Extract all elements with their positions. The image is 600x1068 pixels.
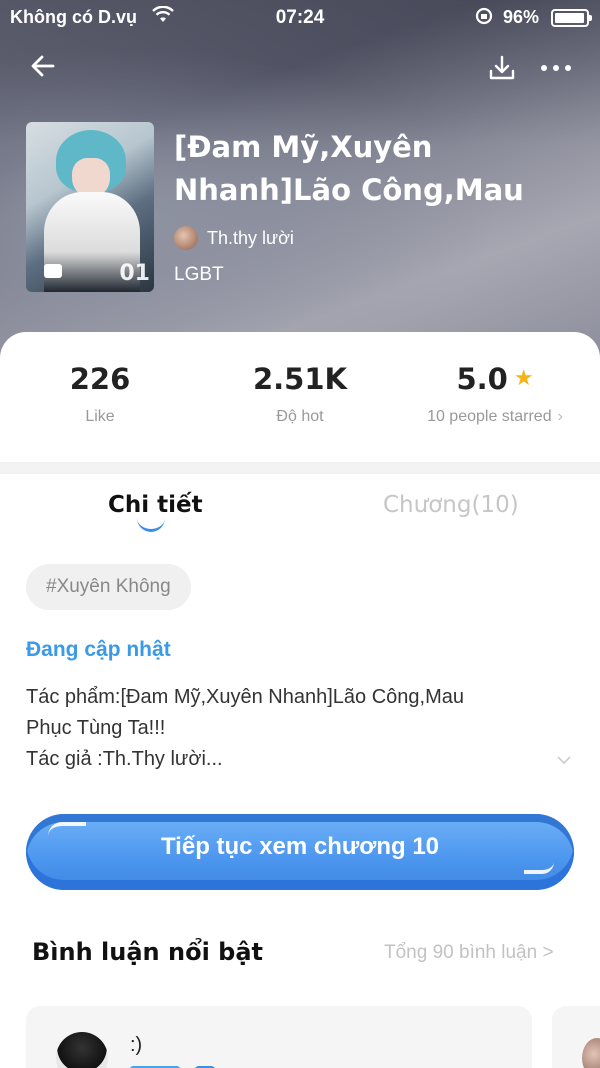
active-tab-indicator xyxy=(137,518,165,532)
comment-text: :) xyxy=(130,1034,143,1056)
comment-card[interactable]: :) xyxy=(26,1006,532,1068)
comments-title: Bình luận nổi bật xyxy=(32,938,263,966)
battery-icon xyxy=(551,9,592,27)
star-icon: ★ xyxy=(513,366,534,391)
continue-reading-button[interactable]: Tiếp tục xem chương 10 xyxy=(26,814,574,890)
section-divider xyxy=(0,462,600,474)
description-line: Tác phẩm:[Đam Mỹ,Xuyên Nhanh]Lão Công,Ma… xyxy=(26,686,464,708)
cover-number: 01 xyxy=(119,261,150,286)
update-status: Đang cập nhật xyxy=(26,638,171,661)
back-button[interactable] xyxy=(28,50,60,82)
comment-bubble-icon xyxy=(44,264,62,278)
download-icon xyxy=(489,55,515,80)
description-line: Phục Tùng Ta!!! xyxy=(26,717,166,739)
chevron-right-icon: › xyxy=(557,408,563,425)
tab-chapters[interactable]: Chương(10) xyxy=(383,492,519,518)
continue-reading-label: Tiếp tục xem chương 10 xyxy=(160,833,440,860)
hot-stat: 2.51K Độ hot xyxy=(230,362,370,426)
description-line: Tác giả :Th.Thy lười... xyxy=(26,748,223,770)
tab-details[interactable]: Chi tiết xyxy=(108,492,203,518)
likes-stat: 226 Like xyxy=(40,362,160,426)
likes-value: 226 xyxy=(69,362,131,396)
more-button[interactable] xyxy=(536,56,576,80)
all-comments-link[interactable]: Tổng 90 bình luận > xyxy=(384,942,554,964)
status-bar: Không có D.vụ 07:24 96% xyxy=(0,0,600,36)
author-link[interactable]: Th.thy lười xyxy=(174,224,294,252)
hot-label: Độ hot xyxy=(276,408,324,425)
likes-label: Like xyxy=(85,408,115,425)
more-dots-icon xyxy=(541,65,571,71)
author-avatar xyxy=(174,226,198,250)
book-cover[interactable]: 01 xyxy=(26,122,154,292)
avatar[interactable] xyxy=(56,1032,108,1068)
detail-card: 226 Like 2.51K Độ hot 5.0 ★ 10 people sta… xyxy=(0,332,600,1068)
book-title: [Đam Mỹ,Xuyên Nhanh]Lão Công,Mau xyxy=(174,130,524,207)
back-arrow-icon xyxy=(31,55,55,77)
hot-value: 2.51K xyxy=(252,362,348,396)
rating-value: 5.0 xyxy=(456,362,508,396)
battery-percent: 96% xyxy=(503,7,540,27)
avatar[interactable] xyxy=(582,1038,600,1068)
chevron-down-icon[interactable] xyxy=(556,752,572,768)
tag-chip[interactable]: #Xuyên Không xyxy=(26,564,191,610)
comment-card[interactable] xyxy=(552,1006,600,1068)
book-description: Tác phẩm:[Đam Mỹ,Xuyên Nhanh]Lão Công,Ma… xyxy=(26,682,546,775)
genre-label: LGBT xyxy=(174,264,224,285)
orientation-lock-icon xyxy=(474,6,494,31)
download-button[interactable] xyxy=(486,52,518,84)
rating-stat[interactable]: 5.0 ★ 10 people starred › xyxy=(410,362,580,426)
rating-label: 10 people starred xyxy=(427,408,552,425)
author-name: Th.thy lười xyxy=(207,227,294,248)
